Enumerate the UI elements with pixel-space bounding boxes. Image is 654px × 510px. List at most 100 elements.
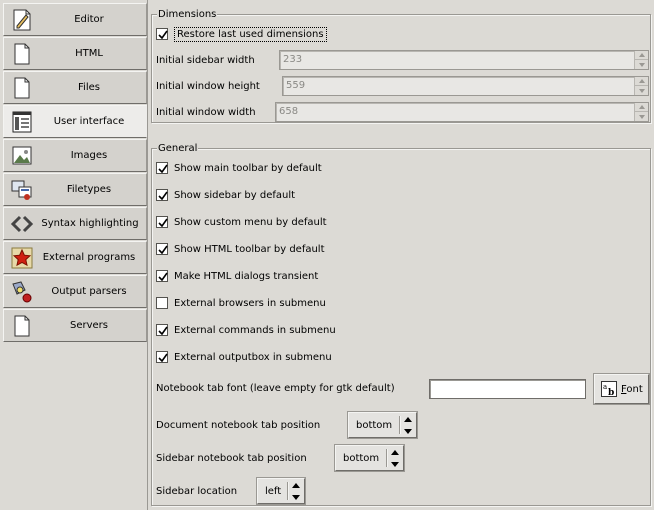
filetypes-icon	[10, 178, 34, 202]
checkbox-label: External commands in submenu	[174, 324, 336, 336]
window-width-spinbutton[interactable]: 658	[275, 102, 649, 122]
show-sidebar-checkbox-row[interactable]: Show sidebar by default	[156, 186, 295, 204]
editor-icon	[10, 8, 34, 32]
checkbox-label: External browsers in submenu	[174, 297, 326, 309]
spin-arrows[interactable]	[634, 51, 648, 69]
window-width-label: Initial window width	[156, 107, 256, 118]
html-dialogs-transient-checkbox[interactable]	[156, 270, 168, 282]
checkbox-label: Show custom menu by default	[174, 216, 327, 228]
restore-dimensions-checkbox-row[interactable]: Restore last used dimensions	[156, 25, 327, 43]
show-custom-menu-checkbox[interactable]	[156, 216, 168, 228]
external-outputbox-submenu-checkbox[interactable]	[156, 351, 168, 363]
external-browsers-submenu-checkbox-row[interactable]: External browsers in submenu	[156, 294, 326, 312]
spin-up-arrow-icon[interactable]	[635, 103, 648, 112]
doc-tab-position-combo[interactable]: bottom	[348, 412, 417, 438]
external-commands-submenu-checkbox-row[interactable]: External commands in submenu	[156, 321, 336, 339]
sidebar-item-filetypes[interactable]: Filetypes	[3, 173, 147, 206]
show-html-toolbar-checkbox-row[interactable]: Show HTML toolbar by default	[156, 240, 325, 258]
font-button-label: Font	[621, 383, 643, 395]
sidebar-item-files[interactable]: Files	[3, 71, 147, 104]
checkbox-label: External outputbox in submenu	[174, 351, 332, 363]
general-frame: General Show main toolbar by default Sho…	[151, 142, 651, 506]
window-width-value: 658	[279, 106, 299, 117]
sidebar-item-label: Filetypes	[66, 184, 112, 195]
sidebar-width-value: 233	[283, 54, 303, 65]
svg-text:b: b	[608, 388, 614, 397]
user-interface-icon	[10, 110, 34, 134]
sidebar-item-label: HTML	[75, 48, 103, 59]
preferences-sidebar: Editor HTML Files User interface Images	[0, 0, 147, 510]
sidebar-item-output-parsers[interactable]: Output parsers	[3, 275, 147, 308]
preferences-category-list: Editor HTML Files User interface Images	[3, 3, 147, 343]
combo-updown-arrow-icon	[291, 483, 300, 500]
sidebar-location-label: Sidebar location	[156, 486, 238, 497]
sidebar-item-user-interface[interactable]: User interface	[3, 105, 147, 138]
doc-tab-position-value: bottom	[356, 419, 393, 431]
sidebar-width-spinbutton[interactable]: 233	[279, 50, 649, 70]
tab-font-input[interactable]	[429, 379, 586, 399]
checkbox-label: Show sidebar by default	[174, 189, 296, 201]
restore-dimensions-label: Restore last used dimensions	[174, 26, 327, 42]
window-height-spinbutton[interactable]: 559	[282, 76, 649, 96]
sidebar-item-label: Servers	[69, 320, 108, 331]
user-interface-settings-panel: Dimensions Restore last used dimensions …	[147, 0, 654, 510]
show-custom-menu-checkbox-row[interactable]: Show custom menu by default	[156, 213, 327, 231]
svg-text:a: a	[603, 383, 607, 391]
show-html-toolbar-checkbox[interactable]	[156, 243, 168, 255]
restore-dimensions-checkbox[interactable]	[156, 28, 168, 40]
show-main-toolbar-checkbox[interactable]	[156, 162, 168, 174]
sidebar-tab-position-combo[interactable]: bottom	[335, 445, 404, 471]
sidebar-item-label: External programs	[42, 252, 136, 263]
sidebar-location-combo[interactable]: left	[257, 478, 305, 504]
sidebar-item-label: Files	[78, 82, 100, 93]
checkbox-label: Make HTML dialogs transient	[174, 270, 319, 282]
combo-updown-arrow-icon	[390, 450, 399, 467]
checkbox-label: Show main toolbar by default	[174, 162, 322, 174]
spin-down-arrow-icon[interactable]	[635, 60, 648, 69]
font-icon: ab	[601, 381, 617, 398]
tab-font-label: Notebook tab font (leave empty for gtk d…	[156, 383, 395, 394]
external-programs-icon	[10, 246, 34, 270]
sidebar-width-label: Initial sidebar width	[156, 55, 255, 66]
sidebar-item-label: Syntax highlighting	[41, 218, 139, 229]
spin-up-arrow-icon[interactable]	[635, 77, 648, 86]
syntax-highlighting-icon	[10, 212, 34, 236]
sidebar-item-external-programs[interactable]: External programs	[3, 241, 147, 274]
spin-down-arrow-icon[interactable]	[635, 112, 648, 121]
files-document-icon	[10, 76, 34, 100]
html-dialogs-transient-checkbox-row[interactable]: Make HTML dialogs transient	[156, 267, 318, 285]
dimensions-legend: Dimensions	[157, 8, 218, 21]
general-legend: General	[157, 142, 199, 155]
output-parsers-icon	[10, 280, 34, 304]
combo-updown-arrow-icon	[403, 417, 412, 434]
sidebar-location-value: left	[265, 485, 282, 497]
images-icon	[10, 144, 34, 168]
doc-tab-position-label: Document notebook tab position	[156, 420, 321, 431]
spin-arrows[interactable]	[634, 103, 648, 121]
sidebar-item-editor[interactable]: Editor	[3, 3, 147, 36]
window-height-value: 559	[286, 80, 306, 91]
sidebar-item-label: Editor	[74, 14, 104, 25]
sidebar-item-syntax-highlighting[interactable]: Syntax highlighting	[3, 207, 147, 240]
sidebar-item-servers[interactable]: Servers	[3, 309, 147, 342]
sidebar-item-images[interactable]: Images	[3, 139, 147, 172]
sidebar-item-label: Images	[70, 150, 108, 161]
html-document-icon	[10, 42, 34, 66]
font-button[interactable]: ab Font	[594, 374, 649, 404]
external-commands-submenu-checkbox[interactable]	[156, 324, 168, 336]
sidebar-tab-position-label: Sidebar notebook tab position	[156, 453, 307, 464]
external-outputbox-submenu-checkbox-row[interactable]: External outputbox in submenu	[156, 348, 332, 366]
window-height-label: Initial window height	[156, 81, 260, 92]
external-browsers-submenu-checkbox[interactable]	[156, 297, 168, 309]
spin-down-arrow-icon[interactable]	[635, 86, 648, 95]
spin-arrows[interactable]	[634, 77, 648, 95]
show-main-toolbar-checkbox-row[interactable]: Show main toolbar by default	[156, 159, 322, 177]
show-sidebar-checkbox[interactable]	[156, 189, 168, 201]
sidebar-tab-position-value: bottom	[343, 452, 380, 464]
sidebar-item-label: Output parsers	[51, 286, 127, 297]
servers-document-icon	[10, 314, 34, 338]
spin-up-arrow-icon[interactable]	[635, 51, 648, 60]
sidebar-item-html[interactable]: HTML	[3, 37, 147, 70]
sidebar-item-label: User interface	[53, 116, 125, 127]
checkbox-label: Show HTML toolbar by default	[174, 243, 325, 255]
